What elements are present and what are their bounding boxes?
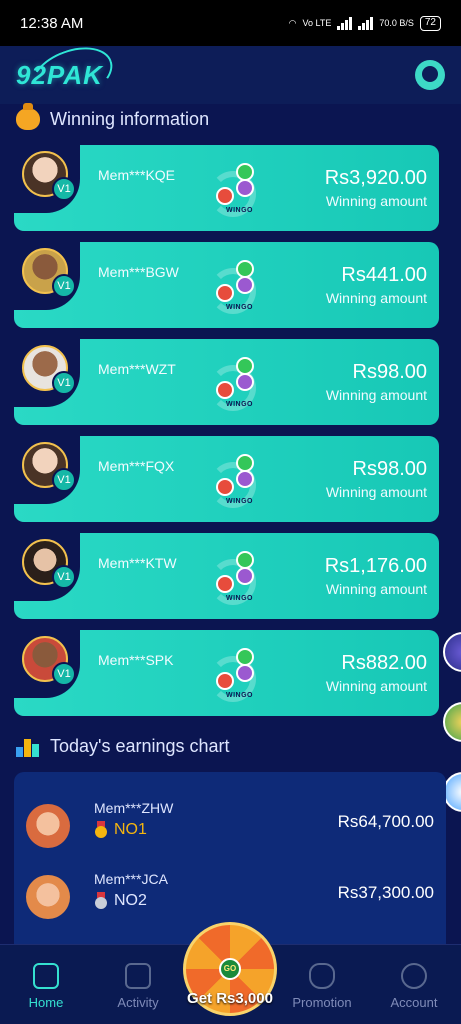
vip-badge: V1	[52, 662, 76, 686]
member-name: Mem***JCA	[94, 871, 168, 887]
wifi-icon: ◠	[288, 17, 297, 28]
logo-swoosh	[23, 37, 121, 113]
winning-amount: Rs98.00	[352, 458, 428, 480]
winning-card[interactable]: V1 Mem***BGW WINGO Rs441.00 Winning amou…	[14, 242, 439, 328]
earnings-section-title: Today's earnings chart	[16, 735, 230, 757]
status-icons: ◠ Vo LTE 70.0 B/S 72	[288, 15, 441, 31]
earnings-amount: Rs64,700.00	[337, 812, 434, 831]
gold-medal-icon	[94, 821, 108, 839]
game-label: WINGO	[226, 692, 253, 699]
member-name: Mem***KTW	[98, 555, 177, 571]
earnings-row[interactable]: Mem***ZHW NO1 Rs64,700.00	[14, 796, 446, 856]
podium-icon	[16, 735, 40, 757]
nav-account[interactable]: Account	[374, 963, 454, 1010]
winning-amount: Rs3,920.00	[324, 167, 427, 189]
rank-label: NO2	[114, 892, 147, 909]
winning-amount: Rs441.00	[341, 264, 427, 286]
wingo-game-icon: WINGO	[210, 454, 270, 510]
silver-medal-icon	[94, 892, 108, 910]
rank-label: NO1	[114, 821, 147, 838]
winning-amount-label: Winning amount	[325, 581, 427, 597]
winning-card[interactable]: V1 Mem***SPK WINGO Rs882.00 Winning amou…	[14, 630, 439, 716]
winning-amount-label: Winning amount	[325, 484, 427, 500]
earnings-amount: Rs37,300.00	[337, 883, 434, 902]
winning-title-text: Winning information	[50, 108, 210, 129]
floating-bubble[interactable]	[443, 632, 461, 672]
earnings-row[interactable]: Mem***JCA NO2 Rs37,300.00	[14, 867, 446, 927]
battery-icon: 72	[419, 15, 441, 31]
moneybag-icon	[16, 103, 40, 130]
app-header: 92PAK	[0, 37, 461, 113]
activity-icon	[125, 963, 151, 989]
member-name: Mem***FQX	[98, 458, 175, 474]
winning-card[interactable]: V1 Mem***KQE WINGO Rs3,920.00 Winning am…	[14, 145, 439, 231]
earnings-title-text: Today's earnings chart	[50, 735, 230, 756]
home-icon	[33, 963, 59, 989]
promotion-icon	[309, 963, 335, 989]
winning-amount: Rs1,176.00	[324, 555, 427, 577]
game-label: WINGO	[226, 498, 253, 505]
winning-card[interactable]: V1 Mem***WZT WINGO Rs98.00 Winning amoun…	[14, 339, 439, 425]
winning-amount: Rs882.00	[341, 652, 427, 674]
wingo-game-icon: WINGO	[210, 163, 270, 219]
signal-icon	[337, 16, 353, 30]
nav-home[interactable]: Home	[6, 963, 86, 1010]
vip-badge: V1	[52, 565, 76, 589]
avatar	[26, 804, 70, 848]
status-bar: 12:38 AM ◠ Vo LTE 70.0 B/S 72	[0, 0, 461, 46]
game-label: WINGO	[226, 595, 253, 602]
winning-card[interactable]: V1 Mem***KTW WINGO Rs1,176.00 Winning am…	[14, 533, 439, 619]
winning-card[interactable]: V1 Mem***FQX WINGO Rs98.00 Winning amoun…	[14, 436, 439, 522]
game-label: WINGO	[226, 207, 253, 214]
winning-list: V1 Mem***KQE WINGO Rs3,920.00 Winning am…	[14, 145, 439, 727]
spin-label[interactable]: Get Rs3,000	[165, 990, 295, 1007]
member-name: Mem***WZT	[98, 361, 176, 377]
vip-badge: V1	[52, 371, 76, 395]
winning-amount-label: Winning amount	[325, 193, 427, 209]
member-name: Mem***BGW	[98, 264, 179, 280]
vip-badge: V1	[52, 177, 76, 201]
nav-home-label: Home	[28, 995, 64, 1010]
wingo-game-icon: WINGO	[210, 648, 270, 704]
vip-badge: V1	[52, 274, 76, 298]
floating-bubble[interactable]	[443, 702, 461, 742]
customer-service-icon[interactable]	[415, 60, 445, 90]
rank: NO1	[94, 821, 147, 839]
member-name: Mem***ZHW	[94, 800, 174, 816]
winning-section-title: Winning information	[16, 103, 210, 130]
signal-icon-2	[358, 16, 374, 30]
wingo-game-icon: WINGO	[210, 357, 270, 413]
winning-amount-label: Winning amount	[325, 678, 427, 694]
net-speed: 70.0 B/S	[379, 18, 414, 28]
account-icon	[401, 963, 427, 989]
winning-amount-label: Winning amount	[325, 387, 427, 403]
network-label: Vo LTE	[302, 18, 332, 28]
winning-amount: Rs98.00	[352, 361, 428, 383]
game-label: WINGO	[226, 304, 253, 311]
wingo-game-icon: WINGO	[210, 260, 270, 316]
game-label: WINGO	[226, 401, 253, 408]
nav-activity-label: Activity	[117, 995, 159, 1010]
vip-badge: V1	[52, 468, 76, 492]
avatar	[26, 875, 70, 919]
nav-account-label: Account	[390, 995, 438, 1010]
wingo-game-icon: WINGO	[210, 551, 270, 607]
rank: NO2	[94, 892, 147, 910]
member-name: Mem***SPK	[98, 652, 174, 668]
status-time: 12:38 AM	[20, 14, 84, 32]
member-name: Mem***KQE	[98, 167, 176, 183]
spin-go-icon: GO	[219, 958, 241, 980]
nav-promotion-label: Promotion	[292, 995, 352, 1010]
winning-amount-label: Winning amount	[325, 290, 427, 306]
